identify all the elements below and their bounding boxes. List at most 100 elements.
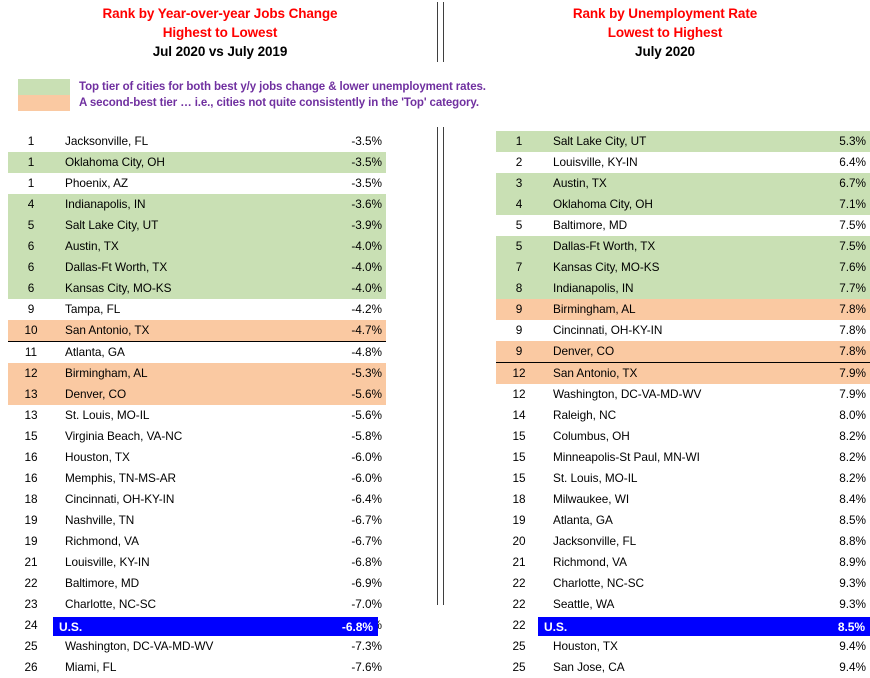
table-row: 15 St. Louis, MO-IL 8.2% — [496, 468, 870, 489]
unemployment-rank-cell: 5 — [515, 239, 523, 253]
unemployment-value-cell: 7.1% — [839, 197, 866, 211]
unemployment-value-cell: 7.8% — [839, 302, 866, 316]
table-row: 7 Kansas City, MO-KS 7.6% — [496, 257, 870, 278]
unemployment-rank-cell: 15 — [512, 450, 526, 464]
unemployment-rank-cell: 2 — [515, 155, 523, 169]
table-row: 12 San Antonio, TX 7.9% — [496, 362, 870, 384]
unemployment-value-cell: 9.4% — [839, 660, 866, 674]
table-row: 11 Atlanta, GA -4.8% — [8, 342, 386, 364]
unemployment-rank-cell: 12 — [512, 366, 526, 380]
jobs-change-rank-cell: 25 — [24, 639, 38, 653]
unemployment-rank-cell: 9 — [515, 302, 523, 316]
unemployment-rank-table-body: 1 Salt Lake City, UT 5.3% 2 Louisville, KY-I… — [496, 131, 870, 678]
unemployment-city-cell: San Jose, CA — [553, 660, 625, 674]
panel-divider-top — [437, 2, 444, 62]
jobs-change-city-cell: Austin, TX — [65, 239, 119, 253]
table-row: 19 Nashville, TN -6.7% — [8, 510, 386, 531]
jobs-change-city-cell: Richmond, VA — [65, 534, 139, 548]
panel-divider-bottom — [437, 127, 444, 605]
unemployment-rank-cell: 8 — [515, 281, 523, 295]
unemployment-rank-cell: 1 — [515, 134, 523, 148]
table-row: 10 San Antonio, TX -4.7% — [8, 320, 386, 342]
jobs-change-city-cell: Washington, DC-VA-MD-WV — [65, 639, 214, 653]
table-row: 14 Raleigh, NC 8.0% — [496, 405, 870, 426]
unemployment-rank-cell: 15 — [512, 471, 526, 485]
table-row: 19 Atlanta, GA 8.5% — [496, 510, 870, 531]
unemployment-city-cell: Richmond, VA — [553, 555, 627, 569]
unemployment-city-cell: Indianapolis, IN — [553, 281, 634, 295]
left-panel-title: Rank by Year-over-year Jobs Change Highe… — [0, 4, 440, 61]
jobs-change-city-cell: Tampa, FL — [65, 302, 121, 316]
unemployment-city-cell: Baltimore, MD — [553, 218, 628, 232]
jobs-change-value-cell: -7.3% — [351, 639, 382, 653]
table-row: 5 Salt Lake City, UT -3.9% — [8, 215, 386, 236]
us-summary-unemployment: U.S. 8.5% — [538, 617, 870, 636]
unemployment-rank-cell: 21 — [512, 555, 526, 569]
jobs-change-city-cell: Louisville, KY-IN — [65, 555, 150, 569]
table-row: 4 Oklahoma City, OH 7.1% — [496, 194, 870, 215]
jobs-change-value-cell: -6.7% — [351, 534, 382, 548]
table-row: 18 Milwaukee, WI 8.4% — [496, 489, 870, 510]
table-row: 22 Charlotte, NC-SC 9.3% — [496, 573, 870, 594]
table-row: 20 Jacksonville, FL 8.8% — [496, 531, 870, 552]
jobs-change-value-cell: -5.3% — [351, 366, 382, 380]
unemployment-value-cell: 8.4% — [839, 492, 866, 506]
jobs-change-city-cell: Jacksonville, FL — [65, 134, 149, 148]
jobs-change-rank-cell: 19 — [24, 534, 38, 548]
unemployment-rank-cell: 4 — [515, 197, 523, 211]
unemployment-city-cell: Columbus, OH — [553, 429, 630, 443]
right-panel-title: Rank by Unemployment Rate Lowest to High… — [460, 4, 870, 61]
jobs-change-city-cell: Virginia Beach, VA-NC — [65, 429, 183, 443]
jobs-change-rank-cell: 26 — [24, 660, 38, 674]
table-row: 16 Memphis, TN-MS-AR -6.0% — [8, 468, 386, 489]
unemployment-city-cell: Oklahoma City, OH — [553, 197, 653, 211]
jobs-change-value-cell: -3.5% — [351, 155, 382, 169]
table-row: 1 Salt Lake City, UT 5.3% — [496, 131, 870, 152]
table-row: 15 Minneapolis-St Paul, MN-WI 8.2% — [496, 447, 870, 468]
table-row: 22 Seattle, WA 9.3% — [496, 594, 870, 615]
unemployment-rank-cell: 5 — [515, 218, 523, 232]
table-row: 2 Louisville, KY-IN 6.4% — [496, 152, 870, 173]
unemployment-value-cell: 8.8% — [839, 534, 866, 548]
unemployment-rank-cell: 22 — [512, 576, 526, 590]
table-row: 6 Kansas City, MO-KS -4.0% — [8, 278, 386, 299]
jobs-change-rank-table-body: 1 Jacksonville, FL -3.5% 1 Oklahoma City, OH… — [8, 131, 386, 678]
table-row: 1 Jacksonville, FL -3.5% — [8, 131, 386, 152]
unemployment-value-cell: 9.4% — [839, 639, 866, 653]
jobs-change-city-cell: Dallas-Ft Worth, TX — [65, 260, 168, 274]
unemployment-value-cell: 8.2% — [839, 471, 866, 485]
jobs-change-rank-cell: 4 — [27, 197, 35, 211]
table-row: 21 Louisville, KY-IN -6.8% — [8, 552, 386, 573]
unemployment-value-cell: 7.9% — [839, 387, 866, 401]
jobs-change-value-cell: -5.6% — [351, 387, 382, 401]
table-row: 15 Virginia Beach, VA-NC -5.8% — [8, 426, 386, 447]
jobs-change-rank-cell: 24 — [24, 618, 38, 632]
right-title-line-3: July 2020 — [635, 44, 695, 59]
jobs-change-city-cell: Birmingham, AL — [65, 366, 148, 380]
unemployment-rank-cell: 18 — [512, 492, 526, 506]
legend-label-second-tier: A second-best tier … i.e., cities not qu… — [79, 97, 479, 109]
unemployment-city-cell: Minneapolis-St Paul, MN-WI — [553, 450, 700, 464]
unemployment-rank-cell: 25 — [512, 639, 526, 653]
jobs-change-rank-cell: 19 — [24, 513, 38, 527]
jobs-change-city-cell: Oklahoma City, OH — [65, 155, 165, 169]
unemployment-value-cell: 8.0% — [839, 408, 866, 422]
jobs-change-value-cell: -6.0% — [351, 450, 382, 464]
unemployment-value-cell: 7.7% — [839, 281, 866, 295]
table-row: 13 St. Louis, MO-IL -5.6% — [8, 405, 386, 426]
unemployment-value-cell: 7.6% — [839, 260, 866, 274]
table-row: 5 Dallas-Ft Worth, TX 7.5% — [496, 236, 870, 257]
unemployment-rank-cell: 25 — [512, 660, 526, 674]
jobs-change-value-cell: -6.9% — [351, 576, 382, 590]
jobs-change-value-cell: -3.5% — [351, 134, 382, 148]
jobs-change-city-cell: Cincinnati, OH-KY-IN — [65, 492, 175, 506]
unemployment-value-cell: 9.3% — [839, 576, 866, 590]
table-row: 9 Cincinnati, OH-KY-IN 7.8% — [496, 320, 870, 341]
jobs-change-rank-cell: 23 — [24, 597, 38, 611]
unemployment-rank-cell: 3 — [515, 176, 523, 190]
unemployment-city-cell: Charlotte, NC-SC — [553, 576, 644, 590]
legend-swatch-green — [18, 79, 70, 95]
table-row: 26 Miami, FL -7.6% — [8, 657, 386, 678]
table-row: 16 Houston, TX -6.0% — [8, 447, 386, 468]
jobs-change-city-cell: Atlanta, GA — [65, 345, 125, 359]
